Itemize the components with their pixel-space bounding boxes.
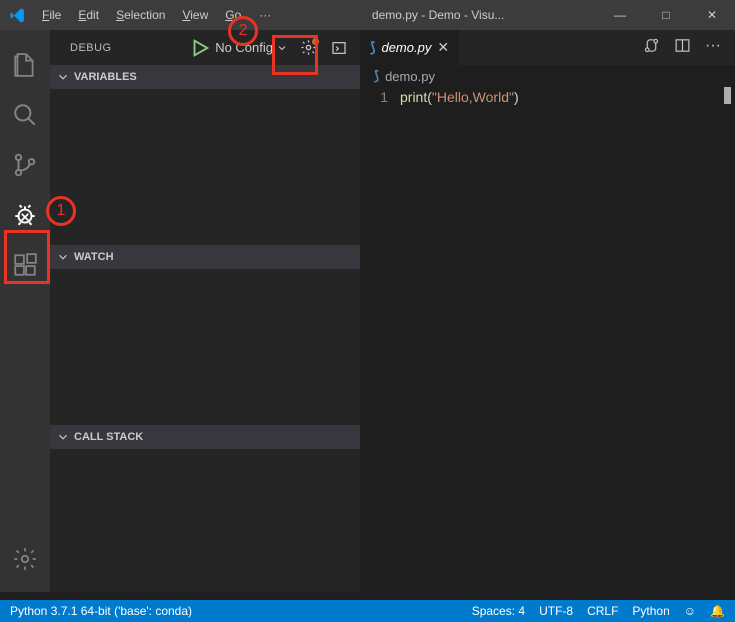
- source-control-icon[interactable]: [0, 140, 50, 190]
- more-actions-icon[interactable]: ···: [705, 37, 721, 59]
- tab-filename: demo.py: [381, 40, 431, 55]
- debug-sidebar: DEBUG No Config VARIABLES WATCH CALL STA…: [50, 30, 360, 592]
- debug-console-button[interactable]: [328, 37, 350, 59]
- line-gutter: 1: [360, 87, 400, 592]
- menu-view[interactable]: ViewView: [175, 4, 215, 26]
- explorer-icon[interactable]: [0, 40, 50, 90]
- status-bell-icon[interactable]: 🔔: [710, 604, 725, 618]
- status-language[interactable]: Python: [632, 604, 669, 618]
- editor-tab[interactable]: ⟆ demo.py ✕: [360, 30, 459, 65]
- debug-label: DEBUG: [70, 42, 112, 54]
- title-bar: FFileile EditEdit SelectionSelection Vie…: [0, 0, 735, 30]
- window-title: demo.py - Demo - Visu...: [279, 8, 597, 22]
- status-bar: Python 3.7.1 64-bit ('base': conda) Spac…: [0, 600, 735, 622]
- status-interpreter[interactable]: Python 3.7.1 64-bit ('base': conda): [10, 604, 192, 618]
- annotation-box-1: [4, 230, 50, 284]
- status-feedback-icon[interactable]: ☺: [684, 604, 696, 618]
- code-editor[interactable]: 1 print("Hello,World"): [360, 87, 735, 592]
- minimize-button[interactable]: —: [597, 0, 643, 30]
- editor-area: ⟆ demo.py ✕ ··· ⟆ demo.py 1 print("Hello…: [360, 30, 735, 592]
- status-spaces[interactable]: Spaces: 4: [472, 604, 525, 618]
- callstack-header[interactable]: CALL STACK: [50, 425, 360, 449]
- menu-edit[interactable]: EditEdit: [71, 4, 106, 26]
- start-debug-button[interactable]: [189, 37, 211, 59]
- watch-body: [50, 269, 360, 425]
- activity-bar: [0, 30, 50, 592]
- breadcrumb[interactable]: ⟆ demo.py: [360, 65, 735, 87]
- callstack-body: [50, 449, 360, 592]
- close-window-button[interactable]: ✕: [689, 0, 735, 30]
- compare-changes-icon[interactable]: [643, 37, 660, 59]
- variables-body: [50, 89, 360, 245]
- split-editor-icon[interactable]: [674, 37, 691, 59]
- editor-actions: ···: [643, 37, 735, 59]
- annotation-circle-2: 2: [228, 16, 258, 46]
- code-content: print("Hello,World"): [400, 87, 519, 592]
- status-eol[interactable]: CRLF: [587, 604, 618, 618]
- menu-selection[interactable]: SelectionSelection: [109, 4, 172, 26]
- annotation-box-2: [272, 35, 318, 75]
- editor-tabs: ⟆ demo.py ✕ ···: [360, 30, 735, 65]
- maximize-button[interactable]: □: [643, 0, 689, 30]
- settings-gear-icon[interactable]: [0, 534, 50, 584]
- watch-header[interactable]: WATCH: [50, 245, 360, 269]
- annotation-circle-1: 1: [46, 196, 76, 226]
- python-file-icon: ⟆: [370, 39, 375, 56]
- vscode-logo-icon: [0, 7, 35, 24]
- menu-file[interactable]: FFileile: [35, 4, 68, 26]
- search-icon[interactable]: [0, 90, 50, 140]
- status-encoding[interactable]: UTF-8: [539, 604, 573, 618]
- text-cursor: [724, 87, 731, 104]
- window-controls: — □ ✕: [597, 0, 735, 30]
- tab-close-button[interactable]: ✕: [437, 39, 449, 56]
- python-file-icon: ⟆: [374, 68, 379, 84]
- breadcrumb-filename: demo.py: [385, 69, 435, 84]
